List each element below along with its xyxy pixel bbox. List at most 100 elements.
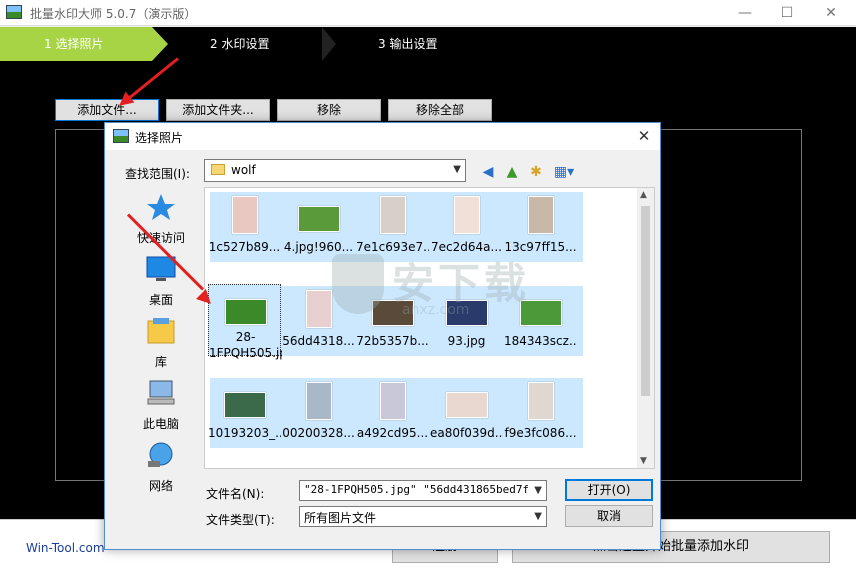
vertical-scrollbar[interactable]: ▲ ▼ [637, 188, 654, 468]
chevron-down-icon: ▼ [453, 164, 461, 175]
app-icon [6, 5, 22, 19]
dialog-title: 选择照片 [135, 131, 184, 145]
close-button[interactable]: ✕ [822, 4, 840, 22]
image-thumbnail [372, 300, 414, 326]
lookin-combo[interactable]: wolf ▼ [204, 159, 466, 182]
place-label: 此电脑 [142, 417, 179, 431]
file-item[interactable]: 56dd4318... [282, 286, 355, 358]
star-icon [147, 194, 175, 220]
filename-value: "28-1FPQH505.jpg" "56dd431865bed7fda7 [304, 483, 528, 496]
file-item[interactable]: 1c527b89... [208, 192, 281, 264]
chevron-down-icon: ▼ [534, 511, 542, 522]
file-item[interactable]: 93.jpg [430, 286, 503, 358]
file-item[interactable]: 184343scz... [504, 286, 577, 358]
image-thumbnail [306, 290, 332, 328]
file-name: a492cd95... [356, 426, 429, 440]
file-item[interactable]: ea80f039d... [430, 378, 503, 450]
image-thumbnail [446, 392, 488, 418]
place-library[interactable]: 库 [115, 313, 207, 375]
window-title: 批量水印大师 5.0.7（演示版） [30, 7, 197, 21]
step-bar: 1 选择照片 2 水印设置 3 输出设置 [0, 27, 856, 61]
image-thumbnail [224, 392, 266, 418]
image-thumbnail [528, 196, 554, 234]
file-name: 00200328... [282, 426, 355, 440]
select-photos-dialog: 选择照片 ✕ 查找范围(I): wolf ▼ ◀ ▲ ✱ ▦▾ 快速访问 桌面 … [104, 122, 661, 550]
file-item[interactable]: 10193203_... [208, 378, 281, 450]
places-bar: 快速访问 桌面 库 此电脑 网络 [115, 185, 207, 495]
file-name: 4.jpg!960... [283, 240, 354, 254]
file-name: 7e1c693e7... [356, 240, 429, 254]
step-arrow-2 [322, 27, 336, 61]
dialog-icon [113, 129, 129, 143]
cancel-button[interactable]: 取消 [565, 505, 653, 527]
file-name: f9e3fc086... [504, 426, 577, 440]
step-select-photos[interactable]: 1 选择照片 [0, 27, 152, 61]
back-icon[interactable]: ◀ [479, 163, 497, 181]
place-this-pc[interactable]: 此电脑 [115, 375, 207, 437]
scroll-down-icon[interactable]: ▼ [640, 456, 647, 466]
lookin-value: wolf [231, 163, 256, 177]
add-folder-button[interactable]: 添加文件夹... [166, 99, 270, 121]
filetype-select[interactable]: 所有图片文件 ▼ [299, 506, 547, 527]
file-item[interactable]: 7ec2d64a... [430, 192, 503, 264]
dialog-title-bar: 选择照片 ✕ [105, 123, 660, 150]
step-watermark-settings[interactable]: 2 水印设置 [196, 27, 326, 61]
place-label: 桌面 [148, 293, 173, 307]
place-label: 库 [154, 355, 167, 369]
new-folder-icon[interactable]: ✱ [527, 163, 545, 181]
file-name: ea80f039d... [430, 426, 503, 440]
filename-label: 文件名(N): [206, 487, 265, 501]
minimize-button[interactable]: — [736, 4, 754, 22]
file-name: 56dd4318... [282, 334, 355, 348]
file-name: 1c527b89... [208, 240, 281, 254]
image-thumbnail [380, 196, 406, 234]
file-item[interactable]: 28-1FPQH505.jpg [208, 284, 282, 360]
remove-all-button[interactable]: 移除全部 [388, 99, 492, 121]
open-button[interactable]: 打开(O) [565, 479, 653, 501]
image-thumbnail [454, 196, 480, 234]
filetype-value: 所有图片文件 [304, 511, 377, 525]
chevron-down-icon: ▼ [534, 485, 542, 496]
file-item[interactable]: 4.jpg!960... [282, 192, 355, 264]
view-menu-icon[interactable]: ▦▾ [551, 163, 577, 181]
file-item[interactable]: a492cd95... [356, 378, 429, 450]
image-thumbnail [528, 382, 554, 420]
scroll-up-icon[interactable]: ▲ [640, 190, 647, 200]
add-file-button[interactable]: 添加文件... [55, 99, 159, 121]
file-list[interactable]: ▲ ▼ 1c527b89... 4.jpg!960... 7e1c693e7... 7… [204, 187, 655, 469]
network-icon [148, 442, 173, 467]
file-item[interactable]: 00200328... [282, 378, 355, 450]
title-bar: 批量水印大师 5.0.7（演示版） — ☐ ✕ [0, 0, 856, 26]
file-item[interactable]: 72b5357b... [356, 286, 429, 358]
image-thumbnail [298, 206, 340, 232]
file-name: 72b5357b... [356, 334, 429, 348]
filename-input[interactable]: "28-1FPQH505.jpg" "56dd431865bed7fda7 ▼ [299, 480, 547, 501]
file-item[interactable]: f9e3fc086... [504, 378, 577, 450]
library-icon [147, 318, 175, 344]
brand-link[interactable]: Win-Tool.com [26, 541, 105, 555]
file-name: 7ec2d64a... [431, 240, 502, 254]
step-arrow-1 [152, 27, 168, 61]
file-name: 93.jpg [447, 334, 486, 348]
image-thumbnail [306, 382, 332, 420]
image-thumbnail [446, 300, 488, 326]
computer-icon [147, 380, 175, 405]
scroll-thumb[interactable] [641, 206, 650, 396]
place-label: 网络 [148, 479, 173, 493]
place-network[interactable]: 网络 [115, 437, 207, 499]
image-thumbnail [380, 382, 406, 420]
dialog-close-button[interactable]: ✕ [634, 126, 654, 146]
file-item[interactable]: 7e1c693e7... [356, 192, 429, 264]
step-output-settings[interactable]: 3 输出设置 [364, 27, 494, 61]
place-quick-access[interactable]: 快速访问 [115, 189, 207, 251]
image-thumbnail [225, 299, 267, 325]
file-name: 10193203_... [208, 426, 281, 440]
remove-button[interactable]: 移除 [277, 99, 381, 121]
up-folder-icon[interactable]: ▲ [503, 163, 521, 181]
file-name: 13c97ff15... [504, 240, 577, 254]
place-label: 快速访问 [136, 231, 185, 245]
file-name: 184343scz... [504, 334, 577, 348]
maximize-button[interactable]: ☐ [778, 4, 796, 22]
lookin-label: 查找范围(I): [125, 167, 190, 181]
file-item[interactable]: 13c97ff15... [504, 192, 577, 264]
